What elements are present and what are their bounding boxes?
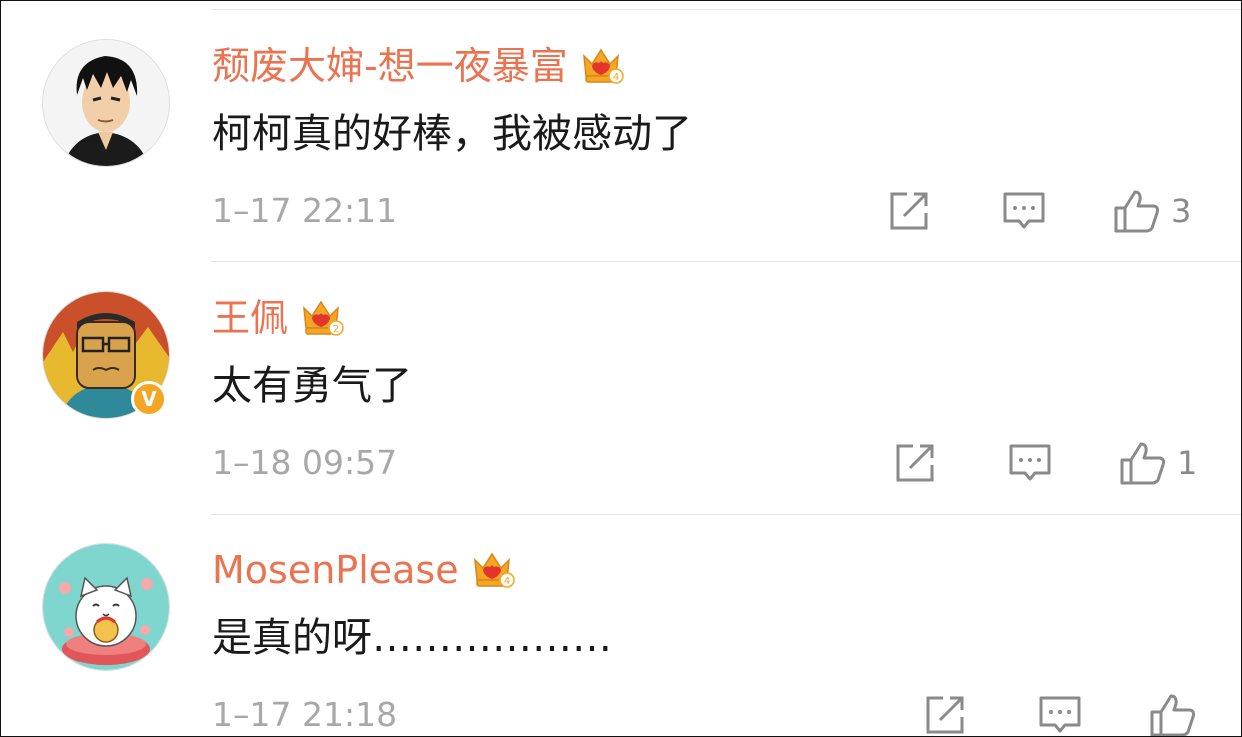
username-text[interactable]: MosenPlease — [212, 548, 459, 592]
share-icon — [926, 696, 964, 734]
comment-item: V 王佩 2 太有勇气了 1–18 09:57 1 — [1, 281, 1241, 515]
crown-level: 4 — [613, 72, 619, 83]
like-count: 3 — [1171, 192, 1192, 230]
like-button[interactable]: 3 — [1113, 188, 1191, 234]
thumbs-up-icon — [1120, 442, 1166, 485]
like-button[interactable]: 1 — [1119, 440, 1197, 486]
avatar[interactable] — [43, 544, 169, 670]
crown-badge-icon: 2 — [298, 294, 344, 340]
comment-icon — [1039, 696, 1081, 733]
reply-button[interactable] — [1038, 692, 1082, 736]
comment-text: 是真的呀……………… — [212, 615, 612, 661]
reply-button[interactable] — [1008, 440, 1052, 486]
row-divider — [211, 261, 1241, 262]
comment-text: 太有勇气了 — [212, 363, 412, 409]
verified-glyph: V — [141, 387, 157, 411]
share-icon — [896, 444, 934, 482]
like-count: 1 — [1177, 444, 1198, 482]
crown-badge-icon: 4 — [469, 546, 515, 592]
comment-text: 柯柯真的好棒，我被感动了 — [212, 111, 692, 157]
share-button[interactable] — [888, 188, 930, 234]
reply-button[interactable] — [1002, 188, 1046, 234]
comment-item: MosenPlease 4 是真的呀……………… 1–17 21:18 — [1, 533, 1241, 736]
username[interactable]: 颓废大婶-想一夜暴富 4 — [212, 39, 624, 93]
username[interactable]: MosenPlease 4 — [212, 543, 515, 597]
verified-badge: V — [131, 381, 167, 417]
thumbs-up-icon — [1114, 190, 1160, 233]
row-divider — [211, 514, 1241, 515]
crown-badge-icon: 4 — [578, 42, 624, 88]
share-button[interactable] — [924, 692, 966, 736]
comment-item: 颓废大婶-想一夜暴富 4 柯柯真的好棒，我被感动了 1–17 22:11 3 — [1, 29, 1241, 262]
share-button[interactable] — [894, 440, 936, 486]
thumbs-up-icon — [1150, 694, 1196, 736]
share-icon — [890, 192, 928, 230]
like-button[interactable] — [1149, 692, 1207, 736]
username-text[interactable]: 王佩 — [212, 296, 288, 340]
crown-level: 4 — [503, 576, 509, 587]
crown-level: 2 — [333, 324, 339, 335]
avatar[interactable] — [43, 40, 169, 166]
top-divider — [211, 9, 1241, 10]
username-text[interactable]: 颓废大婶-想一夜暴富 — [212, 44, 568, 88]
username[interactable]: 王佩 2 — [212, 291, 344, 345]
comment-list: 颓废大婶-想一夜暴富 4 柯柯真的好棒，我被感动了 1–17 22:11 3 V… — [0, 0, 1242, 737]
comment-icon — [1003, 192, 1045, 229]
comment-icon — [1009, 444, 1051, 481]
